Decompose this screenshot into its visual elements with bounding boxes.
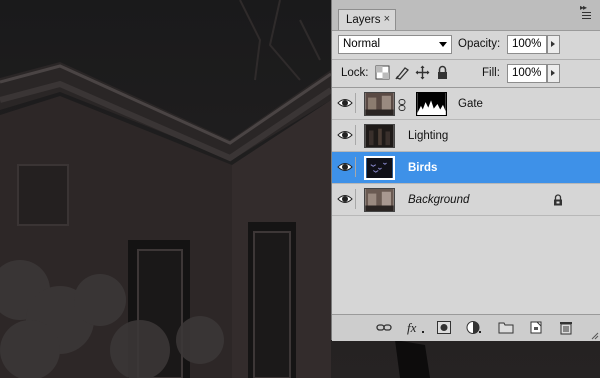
fill-value: 100% [512, 67, 542, 79]
layer-name: Background [408, 194, 470, 206]
layer-lock-icon [554, 194, 562, 206]
opacity-label: Opacity: [458, 38, 501, 50]
layer-mask-thumbnail[interactable] [416, 92, 447, 116]
layers-list: Gate Lighting Birds Background [332, 88, 600, 314]
layers-panel: Layers × ▸▸ Normal Opacity: 100% Lock: F… [331, 0, 600, 341]
opacity-slider-button[interactable] [547, 35, 560, 54]
mask-link-icon[interactable] [398, 99, 406, 111]
tab-layers-label: Layers [346, 14, 381, 26]
lock-label: Lock: [341, 67, 369, 79]
new-group-icon[interactable] [498, 320, 514, 335]
adjustment-layer-icon[interactable] [466, 320, 482, 335]
layer-row-gate[interactable]: Gate [332, 88, 600, 120]
collapse-panel-icon[interactable]: ▸▸ [580, 3, 587, 12]
fill-label: Fill: [482, 67, 500, 79]
delete-layer-icon[interactable] [558, 320, 574, 335]
panel-tab-bar: Layers × ▸▸ [332, 0, 600, 31]
visibility-eye-icon[interactable] [335, 189, 356, 209]
layer-thumbnail [364, 156, 395, 180]
visibility-eye-icon[interactable] [335, 125, 356, 145]
layer-name: Gate [458, 98, 483, 110]
layer-row-lighting[interactable]: Lighting [332, 120, 600, 152]
svg-text:fx: fx [407, 320, 417, 335]
add-mask-icon[interactable] [436, 320, 452, 335]
fx-icon[interactable]: fx [406, 320, 426, 335]
opacity-input[interactable]: 100% [507, 35, 547, 54]
lock-fill-row: Lock: Fill: 100% [332, 60, 600, 88]
blend-mode-select[interactable]: Normal [338, 35, 452, 54]
fill-slider-button[interactable] [547, 64, 560, 83]
layer-row-birds[interactable]: Birds [332, 152, 600, 184]
layer-thumbnail [364, 124, 395, 148]
lock-position-icon[interactable] [415, 65, 430, 80]
panel-menu-icon[interactable] [582, 12, 591, 19]
layer-thumbnail [364, 188, 395, 212]
lock-transparent-pixels-icon[interactable] [375, 65, 390, 80]
layer-row-background[interactable]: Background [332, 184, 600, 216]
layer-name: Lighting [408, 130, 449, 142]
panel-footer: fx [332, 314, 600, 341]
lock-image-pixels-icon[interactable] [395, 65, 410, 80]
resize-grip-icon[interactable] [590, 331, 599, 340]
layer-thumbnail [364, 92, 395, 116]
layer-name: Birds [408, 162, 438, 174]
visibility-eye-icon[interactable] [335, 157, 356, 177]
link-layers-icon[interactable] [376, 320, 392, 335]
visibility-eye-icon[interactable] [335, 93, 356, 113]
close-tab-icon[interactable]: × [384, 13, 390, 25]
blend-opacity-row: Normal Opacity: 100% [332, 31, 600, 60]
tab-layers[interactable]: Layers × [338, 9, 396, 30]
lock-all-icon[interactable] [435, 65, 450, 80]
blend-mode-value: Normal [343, 38, 381, 50]
new-layer-icon[interactable] [528, 320, 544, 335]
fill-input[interactable]: 100% [507, 64, 547, 83]
opacity-value: 100% [512, 38, 542, 50]
chevron-down-icon [439, 42, 447, 47]
